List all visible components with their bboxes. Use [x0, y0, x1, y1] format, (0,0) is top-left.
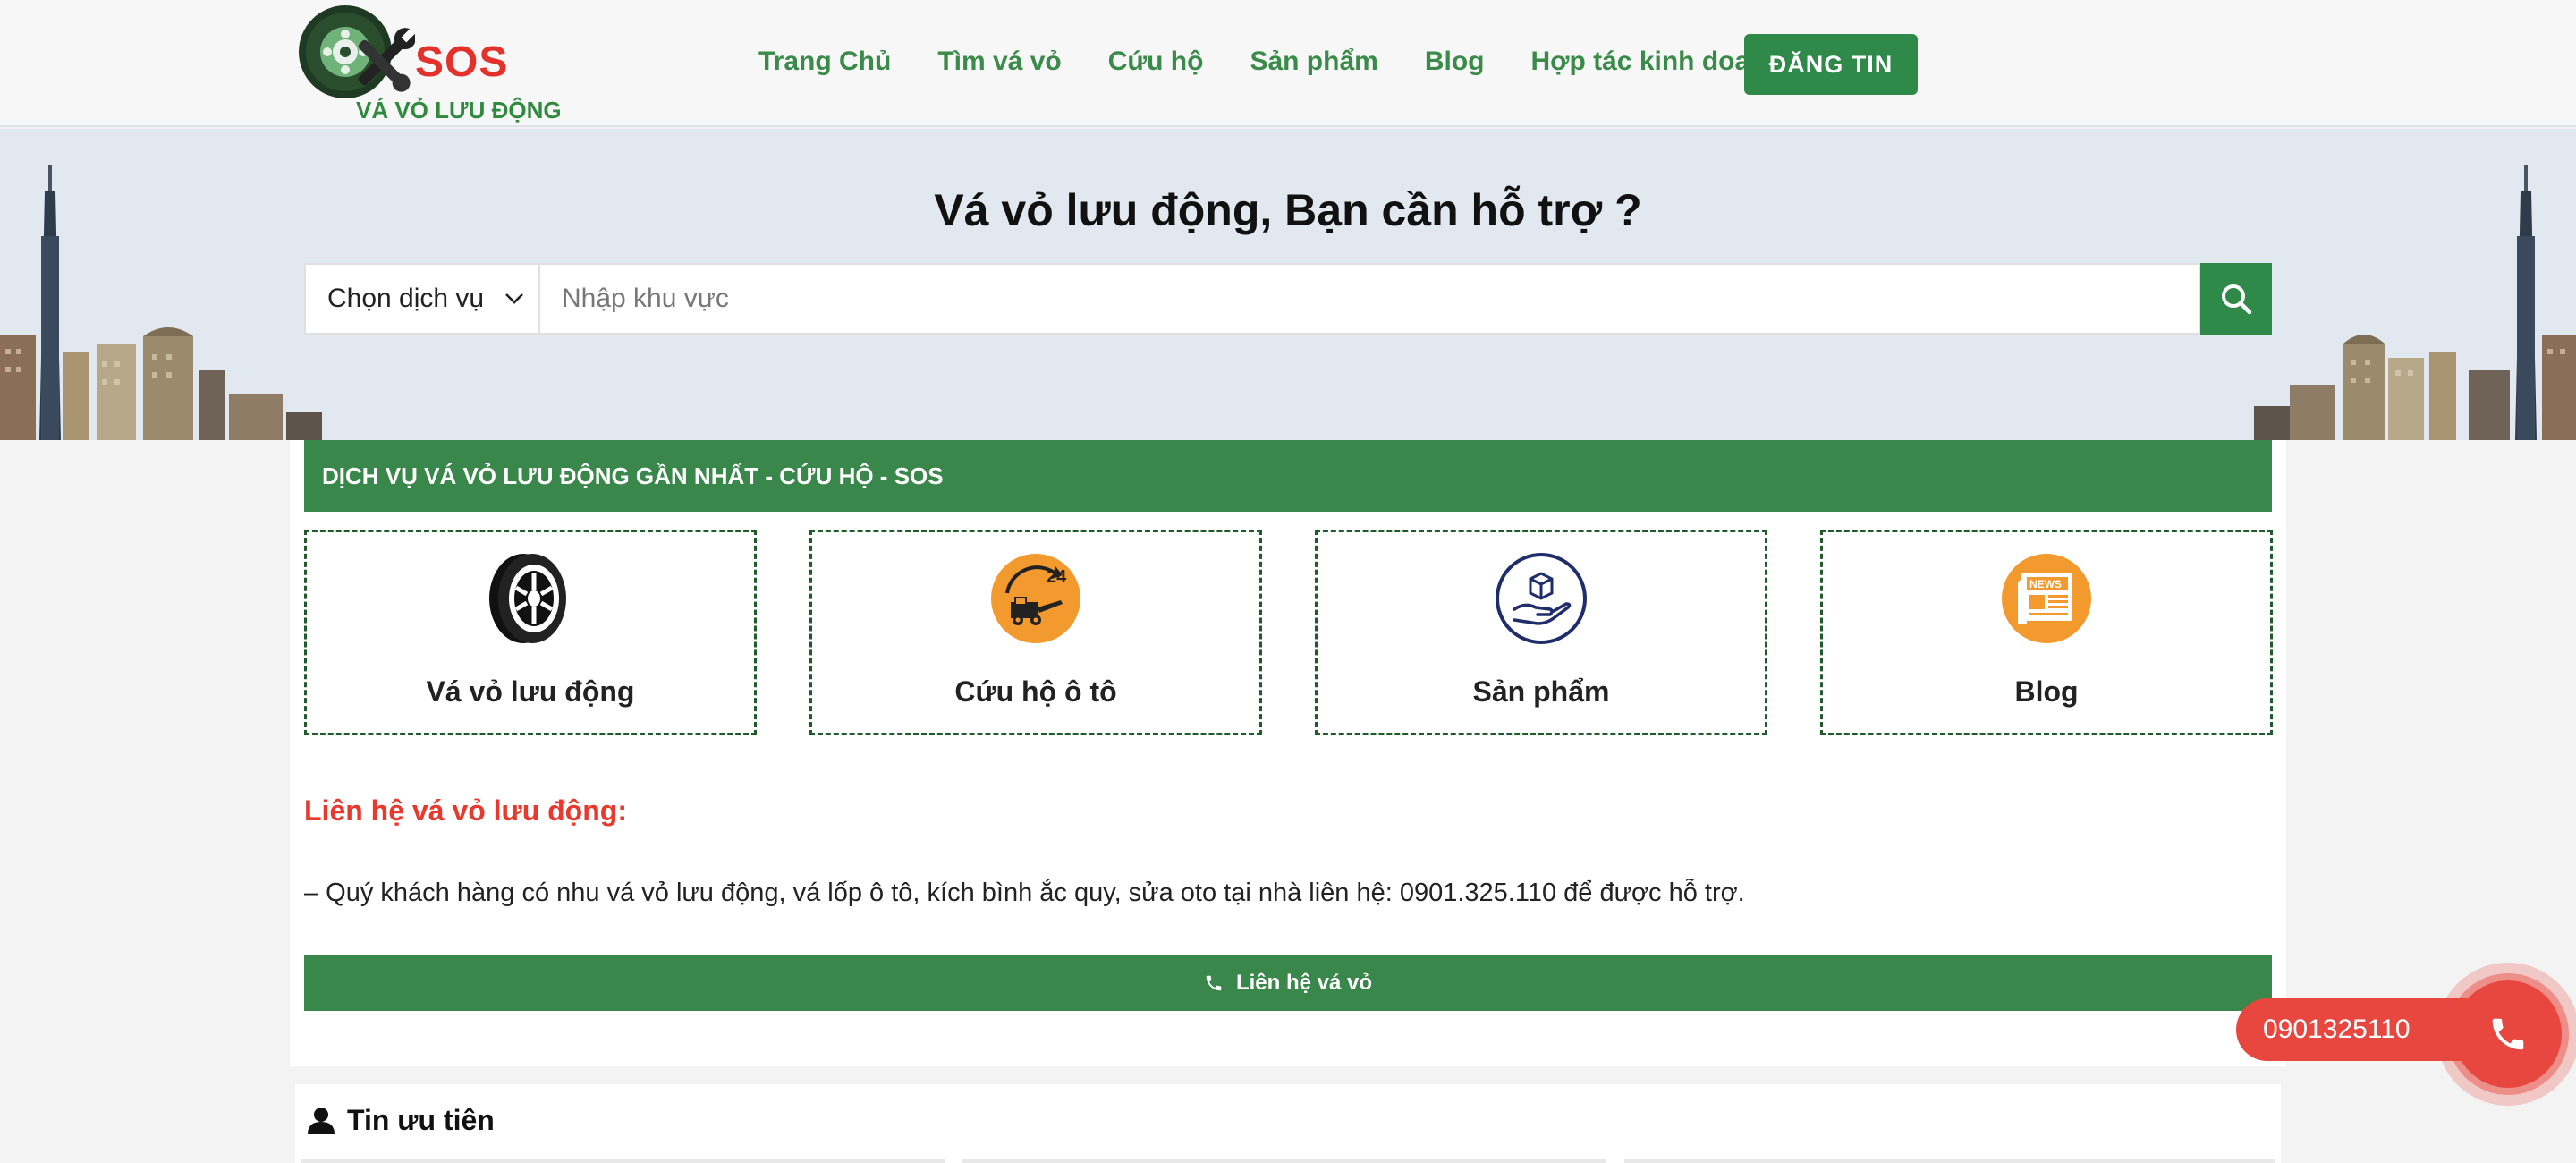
nav-tim-va-vo[interactable]: Tìm vá vỏ	[937, 47, 1061, 77]
phone-icon	[2492, 1018, 2524, 1050]
main-nav: Trang Chủ Tìm vá vỏ Cứu hộ Sản phẩm Blog…	[758, 47, 1783, 77]
logo-subtitle: VÁ VỎ LƯU ĐỘNG	[356, 97, 562, 123]
service-card-va-vo[interactable]: Vá vỏ lưu động	[304, 530, 757, 735]
service-select[interactable]: Chọn dịch vụ	[304, 263, 540, 335]
service-label: Blog	[2014, 675, 2079, 708]
nav-cuu-ho[interactable]: Cứu hộ	[1108, 47, 1204, 77]
skyline-left-image	[0, 165, 322, 440]
tire-icon	[489, 554, 566, 643]
badge-24: 24	[1046, 567, 1067, 587]
service-card-blog[interactable]: NEWS Blog	[1820, 530, 2273, 735]
product-box-hand-icon	[1496, 553, 1587, 644]
priority-card-edge	[301, 1159, 945, 1163]
contact-button-label: Liên hệ vá vỏ	[1235, 971, 1373, 995]
badge-news: NEWS	[2029, 578, 2062, 590]
nav-trang-chu[interactable]: Trang Chủ	[758, 47, 891, 77]
service-card-san-pham[interactable]: Sản phẩm	[1315, 530, 1767, 735]
service-card-cuu-ho[interactable]: 24 Cứu hộ ô tô	[809, 530, 1262, 735]
call-phone-number: 0901325110	[2263, 1014, 2411, 1044]
search-bar: Chọn dịch vụ	[304, 263, 2272, 335]
contact-title: Liên hệ vá vỏ lưu động:	[304, 794, 627, 827]
chevron-down-icon	[505, 293, 523, 304]
register-button[interactable]: ĐĂNG TIN	[1744, 34, 1918, 95]
logo-tire-wrench-icon	[299, 5, 415, 98]
priority-heading: Tin ưu tiên	[306, 1104, 495, 1137]
area-search-input[interactable]	[540, 263, 2200, 335]
service-label: Vá vỏ lưu động	[426, 675, 635, 708]
hero-title: Vá vỏ lưu động, Bạn cần hỗ trợ ?	[934, 185, 1642, 235]
nav-blog[interactable]: Blog	[1425, 47, 1485, 77]
service-label: Cứu hộ ô tô	[954, 675, 1117, 708]
services-heading: DỊCH VỤ VÁ VỎ LƯU ĐỘNG GẦN NHẤT - CỨU HỘ…	[304, 440, 2272, 512]
priority-card-edge	[1624, 1159, 2275, 1163]
nav-san-pham[interactable]: Sản phẩm	[1250, 47, 1377, 77]
logo-brand: SOS	[415, 38, 509, 86]
service-select-value: Chọn dịch vụ	[327, 284, 485, 313]
main-content: DỊCH VỤ VÁ VỎ LƯU ĐỘNG GẦN NHẤT - CỨU HỘ…	[290, 440, 2286, 1066]
search-icon	[2222, 284, 2252, 315]
user-icon	[308, 1107, 335, 1134]
contact-button[interactable]: Liên hệ vá vỏ	[304, 955, 2272, 1011]
site-logo[interactable]: SOS VÁ VỎ LƯU ĐỘNG	[299, 2, 562, 127]
priority-section: Tin ưu tiên	[295, 1084, 2281, 1163]
call-button[interactable]	[2454, 980, 2562, 1088]
phone-icon	[1206, 975, 1222, 991]
tow-truck-24-icon: 24	[991, 554, 1080, 643]
newspaper-icon: NEWS	[2002, 554, 2091, 643]
service-label: Sản phẩm	[1472, 675, 1610, 708]
site-header: SOS VÁ VỎ LƯU ĐỘNG Trang Chủ Tìm vá vỏ C…	[0, 0, 2576, 127]
hero-banner: Vá vỏ lưu động, Bạn cần hỗ trợ ? Chọn dị…	[0, 129, 2576, 440]
contact-text: – Quý khách hàng có nhu vá vỏ lưu động, …	[304, 879, 1745, 907]
search-button[interactable]	[2200, 263, 2272, 335]
floating-call-widget[interactable]: 0901325110	[2236, 963, 2576, 1106]
priority-card-edge	[962, 1159, 1606, 1163]
priority-title: Tin ưu tiên	[347, 1104, 495, 1136]
skyline-right-image	[2254, 165, 2576, 440]
